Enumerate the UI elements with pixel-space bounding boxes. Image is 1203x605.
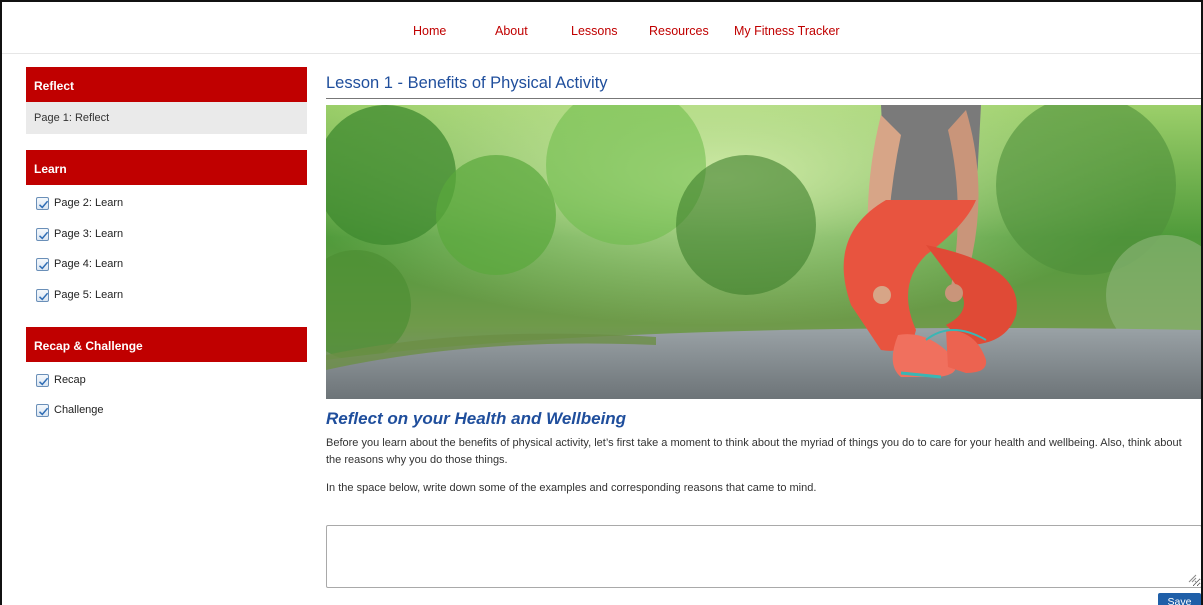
checkbox-checked-icon[interactable] xyxy=(36,288,49,302)
checkbox-checked-icon[interactable] xyxy=(36,403,49,417)
sidebar-section-learn-header: Learn xyxy=(26,150,307,185)
sidebar-item-challenge[interactable]: Challenge xyxy=(36,402,104,418)
sidebar-item-recap[interactable]: Recap xyxy=(36,372,86,388)
sidebar-item-page-2[interactable]: Page 2: Learn xyxy=(36,195,123,211)
sidebar-item-label: Page 5: Learn xyxy=(54,289,124,301)
sidebar-item-label: Page 3: Learn xyxy=(54,228,124,240)
sidebar-item-page-1[interactable]: Page 1: Reflect xyxy=(26,102,307,134)
nav-home-link[interactable]: Home xyxy=(413,24,446,38)
title-divider xyxy=(326,98,1201,99)
sidebar-section-reflect-header: Reflect xyxy=(26,67,307,102)
sidebar-item-page-3[interactable]: Page 3: Learn xyxy=(36,226,123,242)
nav-lessons-link[interactable]: Lessons xyxy=(571,24,618,38)
instruction-paragraph: In the space below, write down some of t… xyxy=(326,482,817,494)
checkbox-checked-icon[interactable] xyxy=(36,227,49,241)
nav-resources-link[interactable]: Resources xyxy=(649,24,709,38)
sidebar-item-label: Page 2: Learn xyxy=(54,197,124,209)
checkbox-checked-icon[interactable] xyxy=(36,373,49,387)
sidebar-item-label: Page 4: Learn xyxy=(54,258,124,270)
reflection-answer-textarea[interactable] xyxy=(326,525,1201,588)
sidebar-section-recap-header: Recap & Challenge xyxy=(26,327,307,362)
resize-grip-icon[interactable] xyxy=(1187,573,1197,583)
section-heading: Reflect on your Health and Wellbeing xyxy=(326,409,627,428)
intro-paragraph: Before you learn about the benefits of p… xyxy=(326,437,1182,466)
sidebar-item-label: Recap xyxy=(54,374,86,386)
nav-about-link[interactable]: About xyxy=(495,24,528,38)
sidebar-item-label: Challenge xyxy=(54,404,104,416)
lesson-title: Lesson 1 - Benefits of Physical Activity xyxy=(326,74,608,92)
checkbox-checked-icon[interactable] xyxy=(36,257,49,271)
save-button[interactable]: Save xyxy=(1158,593,1201,605)
sidebar-item-page-5[interactable]: Page 5: Learn xyxy=(36,287,123,303)
sidebar-item-page-4[interactable]: Page 4: Learn xyxy=(36,256,123,272)
page-frame: Home About Lessons Resources My Fitness … xyxy=(0,0,1203,605)
nav-fitness-tracker-link[interactable]: My Fitness Tracker xyxy=(734,24,840,38)
hero-image-runner-tying-shoes xyxy=(326,105,1201,399)
top-nav: Home About Lessons Resources My Fitness … xyxy=(2,2,1201,54)
checkbox-checked-icon[interactable] xyxy=(36,196,49,210)
